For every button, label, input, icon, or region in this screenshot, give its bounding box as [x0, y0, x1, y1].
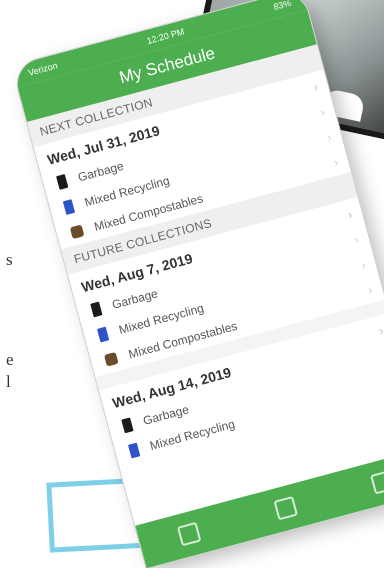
compost-bin-icon	[69, 224, 85, 240]
battery-label: 83%	[272, 0, 293, 13]
recycling-bin-icon	[96, 326, 110, 343]
tab-bar	[135, 448, 384, 568]
more-tab-icon[interactable]	[370, 470, 384, 495]
garbage-bin-icon	[90, 301, 103, 318]
side-text-letter: l	[6, 372, 11, 391]
chevron-right-icon: ›	[312, 79, 320, 95]
chevron-right-icon: ›	[325, 130, 334, 145]
bin-tab-icon[interactable]	[273, 495, 299, 521]
chevron-right-icon: ›	[318, 104, 327, 120]
garbage-bin-icon	[121, 417, 134, 434]
recycling-bin-icon	[62, 199, 76, 215]
chevron-right-icon: ›	[366, 282, 374, 298]
calendar-tab-icon[interactable]	[176, 521, 202, 547]
chevron-right-icon: ›	[359, 257, 368, 273]
carrier-label: Verizon	[27, 60, 59, 78]
compost-bin-icon	[103, 351, 119, 367]
chevron-right-icon: ›	[332, 155, 340, 170]
garbage-bin-icon	[56, 174, 69, 190]
recycling-bin-icon	[128, 442, 141, 459]
side-text-letter: e	[6, 350, 14, 369]
chevron-right-icon: ›	[377, 323, 384, 338]
chevron-right-icon: ›	[352, 232, 361, 247]
side-text-letter: s	[6, 250, 13, 269]
chevron-right-icon: ›	[346, 207, 354, 222]
